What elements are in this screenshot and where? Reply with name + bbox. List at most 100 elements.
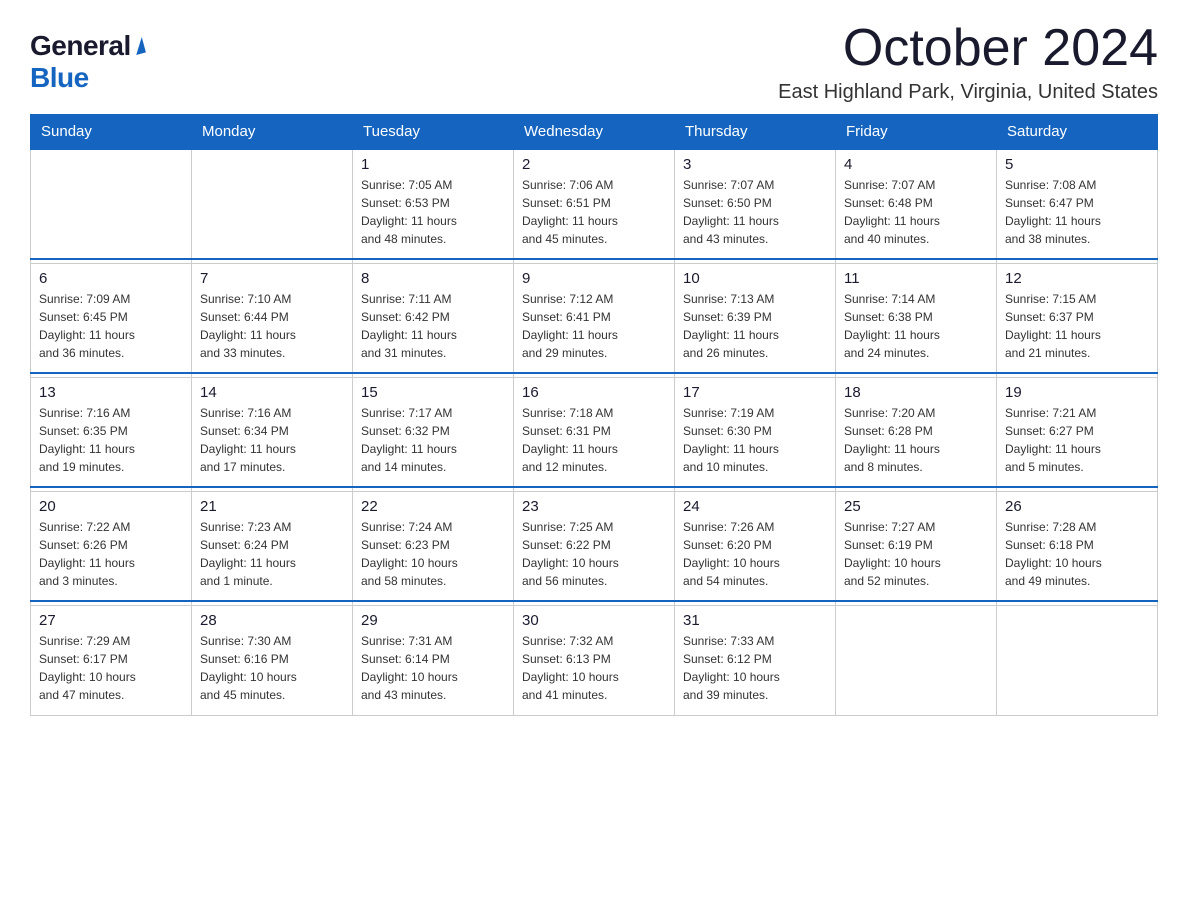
day-number: 23 <box>522 498 666 515</box>
calendar-cell: 7 Sunrise: 7:10 AM Sunset: 6:44 PM Daylig… <box>192 263 353 373</box>
day-info: Sunrise: 7:29 AM Sunset: 6:17 PM Dayligh… <box>39 632 183 704</box>
day-number: 31 <box>683 612 827 629</box>
day-number: 24 <box>683 498 827 515</box>
day-info: Sunrise: 7:24 AM Sunset: 6:23 PM Dayligh… <box>361 518 505 590</box>
day-info: Sunrise: 7:06 AM Sunset: 6:51 PM Dayligh… <box>522 176 666 248</box>
calendar-cell: 2 Sunrise: 7:06 AM Sunset: 6:51 PM Daylig… <box>514 149 675 259</box>
day-number: 18 <box>844 384 988 401</box>
calendar-cell: 15 Sunrise: 7:17 AM Sunset: 6:32 PM Dayli… <box>353 377 514 487</box>
day-number: 1 <box>361 156 505 173</box>
calendar-cell: 31 Sunrise: 7:33 AM Sunset: 6:12 PM Dayli… <box>675 605 836 715</box>
calendar-cell: 6 Sunrise: 7:09 AM Sunset: 6:45 PM Daylig… <box>31 263 192 373</box>
calendar-cell: 22 Sunrise: 7:24 AM Sunset: 6:23 PM Dayli… <box>353 491 514 601</box>
calendar-cell: 21 Sunrise: 7:23 AM Sunset: 6:24 PM Dayli… <box>192 491 353 601</box>
day-info: Sunrise: 7:17 AM Sunset: 6:32 PM Dayligh… <box>361 404 505 476</box>
day-header-monday: Monday <box>192 115 353 150</box>
day-number: 26 <box>1005 498 1149 515</box>
day-number: 7 <box>200 270 344 287</box>
calendar-cell: 5Sunrise: 7:08 AM Sunset: 6:47 PM Daylig… <box>997 149 1158 259</box>
calendar-cell <box>192 149 353 259</box>
day-info: Sunrise: 7:10 AM Sunset: 6:44 PM Dayligh… <box>200 290 344 362</box>
calendar-cell: 20 Sunrise: 7:22 AM Sunset: 6:26 PM Dayli… <box>31 491 192 601</box>
calendar-cell: 1 Sunrise: 7:05 AM Sunset: 6:53 PM Daylig… <box>353 149 514 259</box>
calendar-cell: 28 Sunrise: 7:30 AM Sunset: 6:16 PM Dayli… <box>192 605 353 715</box>
calendar-cell: 24Sunrise: 7:26 AM Sunset: 6:20 PM Dayli… <box>675 491 836 601</box>
day-info: Sunrise: 7:07 AM Sunset: 6:50 PM Dayligh… <box>683 176 827 248</box>
week-row-5: 27Sunrise: 7:29 AM Sunset: 6:17 PM Dayli… <box>31 605 1158 715</box>
calendar-cell: 11Sunrise: 7:14 AM Sunset: 6:38 PM Dayli… <box>836 263 997 373</box>
day-header-sunday: Sunday <box>31 115 192 150</box>
day-number: 11 <box>844 270 988 287</box>
day-info: Sunrise: 7:28 AM Sunset: 6:18 PM Dayligh… <box>1005 518 1149 590</box>
calendar-cell <box>997 605 1158 715</box>
day-info: Sunrise: 7:11 AM Sunset: 6:42 PM Dayligh… <box>361 290 505 362</box>
day-info: Sunrise: 7:33 AM Sunset: 6:12 PM Dayligh… <box>683 632 827 704</box>
day-info: Sunrise: 7:09 AM Sunset: 6:45 PM Dayligh… <box>39 290 183 362</box>
week-row-2: 6 Sunrise: 7:09 AM Sunset: 6:45 PM Daylig… <box>31 263 1158 373</box>
calendar-cell: 13Sunrise: 7:16 AM Sunset: 6:35 PM Dayli… <box>31 377 192 487</box>
day-number: 28 <box>200 612 344 629</box>
day-number: 25 <box>844 498 988 515</box>
header: General Blue October 2024 East Highland … <box>30 20 1158 104</box>
day-info: Sunrise: 7:19 AM Sunset: 6:30 PM Dayligh… <box>683 404 827 476</box>
day-info: Sunrise: 7:22 AM Sunset: 6:26 PM Dayligh… <box>39 518 183 590</box>
day-header-tuesday: Tuesday <box>353 115 514 150</box>
calendar-cell: 9 Sunrise: 7:12 AM Sunset: 6:41 PM Daylig… <box>514 263 675 373</box>
day-info: Sunrise: 7:16 AM Sunset: 6:35 PM Dayligh… <box>39 404 183 476</box>
day-info: Sunrise: 7:21 AM Sunset: 6:27 PM Dayligh… <box>1005 404 1149 476</box>
logo-triangle-icon <box>132 37 146 55</box>
week-row-4: 20 Sunrise: 7:22 AM Sunset: 6:26 PM Dayli… <box>31 491 1158 601</box>
location-title: East Highland Park, Virginia, United Sta… <box>778 81 1158 104</box>
logo-blue-text: Blue <box>30 62 89 94</box>
calendar-cell: 25 Sunrise: 7:27 AM Sunset: 6:19 PM Dayli… <box>836 491 997 601</box>
day-number: 5 <box>1005 156 1149 173</box>
day-number: 20 <box>39 498 183 515</box>
calendar-cell: 30Sunrise: 7:32 AM Sunset: 6:13 PM Dayli… <box>514 605 675 715</box>
day-info: Sunrise: 7:15 AM Sunset: 6:37 PM Dayligh… <box>1005 290 1149 362</box>
day-info: Sunrise: 7:31 AM Sunset: 6:14 PM Dayligh… <box>361 632 505 704</box>
calendar-cell: 14Sunrise: 7:16 AM Sunset: 6:34 PM Dayli… <box>192 377 353 487</box>
title-area: October 2024 East Highland Park, Virgini… <box>778 20 1158 104</box>
day-number: 21 <box>200 498 344 515</box>
calendar-cell: 17 Sunrise: 7:19 AM Sunset: 6:30 PM Dayli… <box>675 377 836 487</box>
day-number: 6 <box>39 270 183 287</box>
day-info: Sunrise: 7:25 AM Sunset: 6:22 PM Dayligh… <box>522 518 666 590</box>
day-number: 3 <box>683 156 827 173</box>
day-header-saturday: Saturday <box>997 115 1158 150</box>
day-info: Sunrise: 7:07 AM Sunset: 6:48 PM Dayligh… <box>844 176 988 248</box>
day-number: 8 <box>361 270 505 287</box>
day-header-friday: Friday <box>836 115 997 150</box>
day-number: 22 <box>361 498 505 515</box>
day-info: Sunrise: 7:20 AM Sunset: 6:28 PM Dayligh… <box>844 404 988 476</box>
day-number: 10 <box>683 270 827 287</box>
day-info: Sunrise: 7:12 AM Sunset: 6:41 PM Dayligh… <box>522 290 666 362</box>
day-header-row: SundayMondayTuesdayWednesdayThursdayFrid… <box>31 115 1158 150</box>
day-info: Sunrise: 7:05 AM Sunset: 6:53 PM Dayligh… <box>361 176 505 248</box>
calendar-cell: 26 Sunrise: 7:28 AM Sunset: 6:18 PM Dayli… <box>997 491 1158 601</box>
day-number: 9 <box>522 270 666 287</box>
day-info: Sunrise: 7:32 AM Sunset: 6:13 PM Dayligh… <box>522 632 666 704</box>
logo: General Blue <box>30 30 144 94</box>
calendar-cell: 3 Sunrise: 7:07 AM Sunset: 6:50 PM Daylig… <box>675 149 836 259</box>
logo-general-text: General <box>30 30 131 62</box>
calendar-cell: 16 Sunrise: 7:18 AM Sunset: 6:31 PM Dayli… <box>514 377 675 487</box>
week-row-1: 1 Sunrise: 7:05 AM Sunset: 6:53 PM Daylig… <box>31 149 1158 259</box>
day-info: Sunrise: 7:23 AM Sunset: 6:24 PM Dayligh… <box>200 518 344 590</box>
day-number: 19 <box>1005 384 1149 401</box>
calendar-cell: 27Sunrise: 7:29 AM Sunset: 6:17 PM Dayli… <box>31 605 192 715</box>
day-number: 29 <box>361 612 505 629</box>
day-info: Sunrise: 7:18 AM Sunset: 6:31 PM Dayligh… <box>522 404 666 476</box>
calendar-cell: 4Sunrise: 7:07 AM Sunset: 6:48 PM Daylig… <box>836 149 997 259</box>
day-number: 15 <box>361 384 505 401</box>
day-number: 2 <box>522 156 666 173</box>
day-number: 16 <box>522 384 666 401</box>
month-title: October 2024 <box>778 20 1158 77</box>
day-number: 14 <box>200 384 344 401</box>
calendar-cell: 8 Sunrise: 7:11 AM Sunset: 6:42 PM Daylig… <box>353 263 514 373</box>
calendar-cell <box>31 149 192 259</box>
calendar-cell: 12 Sunrise: 7:15 AM Sunset: 6:37 PM Dayli… <box>997 263 1158 373</box>
day-number: 17 <box>683 384 827 401</box>
day-info: Sunrise: 7:27 AM Sunset: 6:19 PM Dayligh… <box>844 518 988 590</box>
day-info: Sunrise: 7:30 AM Sunset: 6:16 PM Dayligh… <box>200 632 344 704</box>
day-number: 12 <box>1005 270 1149 287</box>
